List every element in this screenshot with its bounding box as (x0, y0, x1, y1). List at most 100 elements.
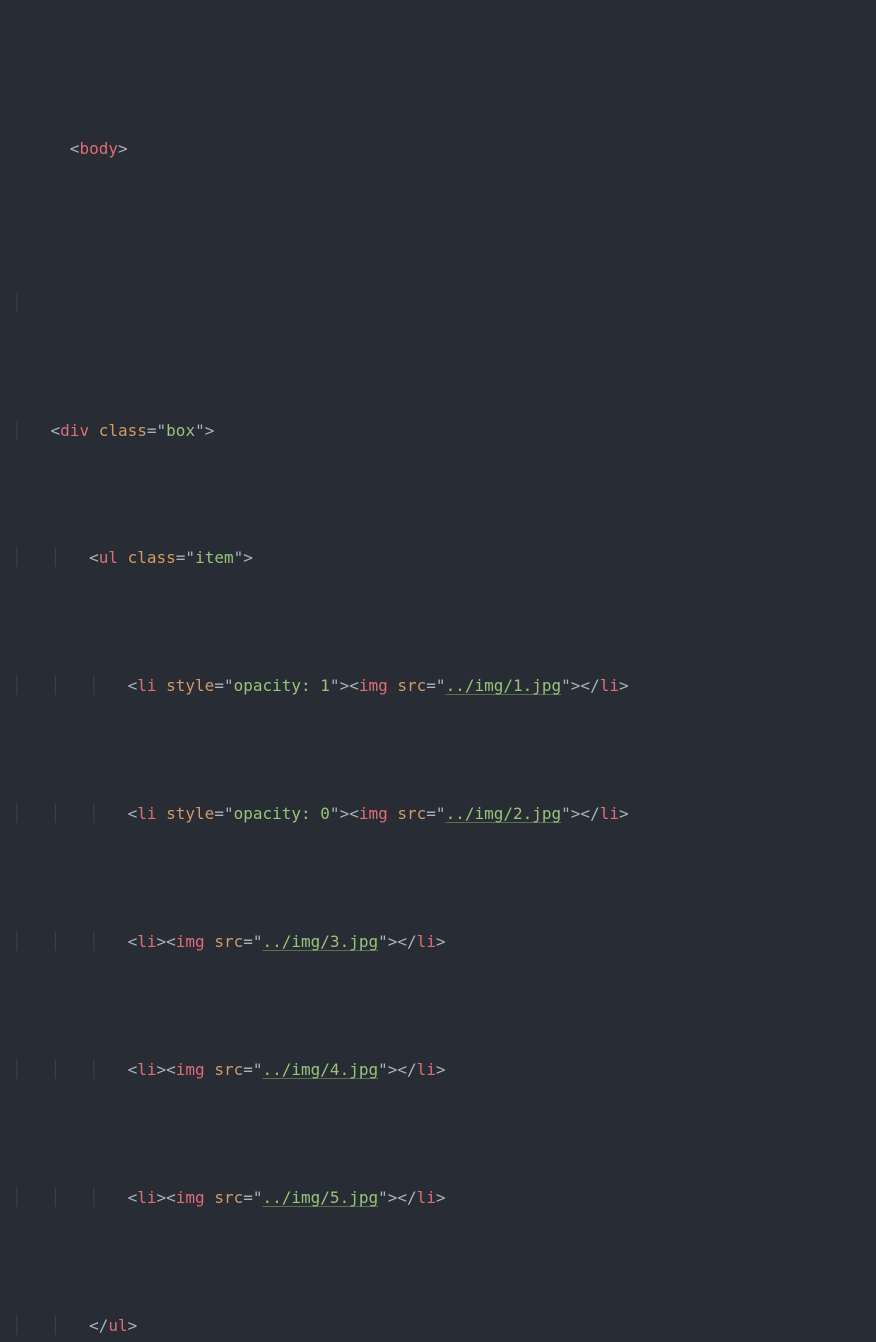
punct (205, 1188, 215, 1207)
code-line: │ │ │ <li><img src="../img/3.jpg"></li> (12, 929, 864, 955)
punct: > (118, 139, 128, 158)
code-line: │ │ │ <li style="opacity: 1"><img src=".… (12, 673, 864, 699)
punct: = (243, 1060, 253, 1079)
tag-li: li (137, 1060, 156, 1079)
string: box (166, 421, 195, 440)
punct (89, 421, 99, 440)
punct (118, 548, 128, 567)
punct: " (253, 1188, 263, 1207)
string-link: ../img/3.jpg (263, 932, 379, 951)
punct: " (436, 676, 446, 695)
punct: ></ (571, 804, 600, 823)
tag-li: li (417, 1188, 436, 1207)
punct: > (619, 676, 629, 695)
punct (388, 676, 398, 695)
code-line: <body> (12, 110, 864, 187)
tag-img: img (176, 932, 205, 951)
string-link: ../img/5.jpg (263, 1188, 379, 1207)
punct: " (224, 804, 234, 823)
punct: < (128, 676, 138, 695)
code-line: │ │ │ <li><img src="../img/4.jpg"></li> (12, 1057, 864, 1083)
tag-img: img (176, 1060, 205, 1079)
punct: = (214, 676, 224, 695)
tag-body: body (79, 139, 118, 158)
punct: </ (89, 1316, 108, 1335)
punct: ></ (388, 1188, 417, 1207)
attr-class: class (128, 548, 176, 567)
punct: = (426, 676, 436, 695)
punct: < (128, 1060, 138, 1079)
punct: " (561, 804, 571, 823)
punct: = (176, 548, 186, 567)
attr-style: style (166, 804, 214, 823)
punct: >< (157, 932, 176, 951)
string: opacity: 1 (234, 676, 330, 695)
code-line: │ │ │ <li style="opacity: 0"><img src=".… (12, 801, 864, 827)
punct: " (378, 1188, 388, 1207)
punct (388, 804, 398, 823)
punct: >< (157, 1060, 176, 1079)
punct: < (51, 421, 61, 440)
punct: >< (340, 676, 359, 695)
punct: " (330, 804, 340, 823)
punct: < (128, 1188, 138, 1207)
attr-src: src (214, 1060, 243, 1079)
tag-ul: ul (108, 1316, 127, 1335)
attr-src: src (214, 1188, 243, 1207)
punct: > (128, 1316, 138, 1335)
punct (157, 676, 167, 695)
tag-ul: ul (99, 548, 118, 567)
tag-li: li (137, 1188, 156, 1207)
tag-img: img (359, 676, 388, 695)
punct: = (243, 1188, 253, 1207)
code-editor: <body> │ │ <div class="box"> │ │ <ul cla… (0, 0, 876, 1342)
punct: " (253, 932, 263, 951)
string: opacity: 0 (234, 804, 330, 823)
string-link: ../img/2.jpg (446, 804, 562, 823)
punct: >< (157, 1188, 176, 1207)
tag-img: img (176, 1188, 205, 1207)
punct: >< (340, 804, 359, 823)
tag-li: li (417, 1060, 436, 1079)
punct: < (70, 139, 80, 158)
punct: " (561, 676, 571, 695)
attr-src: src (397, 804, 426, 823)
punct: " (253, 1060, 263, 1079)
punct: > (436, 1188, 446, 1207)
punct: < (89, 548, 99, 567)
code-line: │ (12, 290, 864, 316)
string: item (195, 548, 234, 567)
tag-li: li (137, 804, 156, 823)
code-line: │ <div class="box"> (12, 418, 864, 444)
punct (157, 804, 167, 823)
code-line: │ │ </ul> (12, 1313, 864, 1339)
tag-li: li (600, 804, 619, 823)
attr-src: src (214, 932, 243, 951)
punct: " (378, 932, 388, 951)
punct: = (147, 421, 157, 440)
punct: " (195, 421, 205, 440)
punct: < (128, 932, 138, 951)
code-line: │ │ │ <li><img src="../img/5.jpg"></li> (12, 1185, 864, 1211)
tag-li: li (137, 932, 156, 951)
punct: " (224, 676, 234, 695)
punct (205, 932, 215, 951)
tag-div: div (60, 421, 89, 440)
tag-li: li (137, 676, 156, 695)
attr-src: src (397, 676, 426, 695)
string-link: ../img/4.jpg (263, 1060, 379, 1079)
punct: > (436, 932, 446, 951)
tag-li: li (417, 932, 436, 951)
punct: > (436, 1060, 446, 1079)
punct: ></ (571, 676, 600, 695)
code-line: │ │ <ul class="item"> (12, 545, 864, 571)
punct: > (205, 421, 215, 440)
punct: = (243, 932, 253, 951)
punct: " (436, 804, 446, 823)
punct: " (185, 548, 195, 567)
punct (205, 1060, 215, 1079)
tag-li: li (600, 676, 619, 695)
attr-style: style (166, 676, 214, 695)
punct: > (619, 804, 629, 823)
punct: < (128, 804, 138, 823)
